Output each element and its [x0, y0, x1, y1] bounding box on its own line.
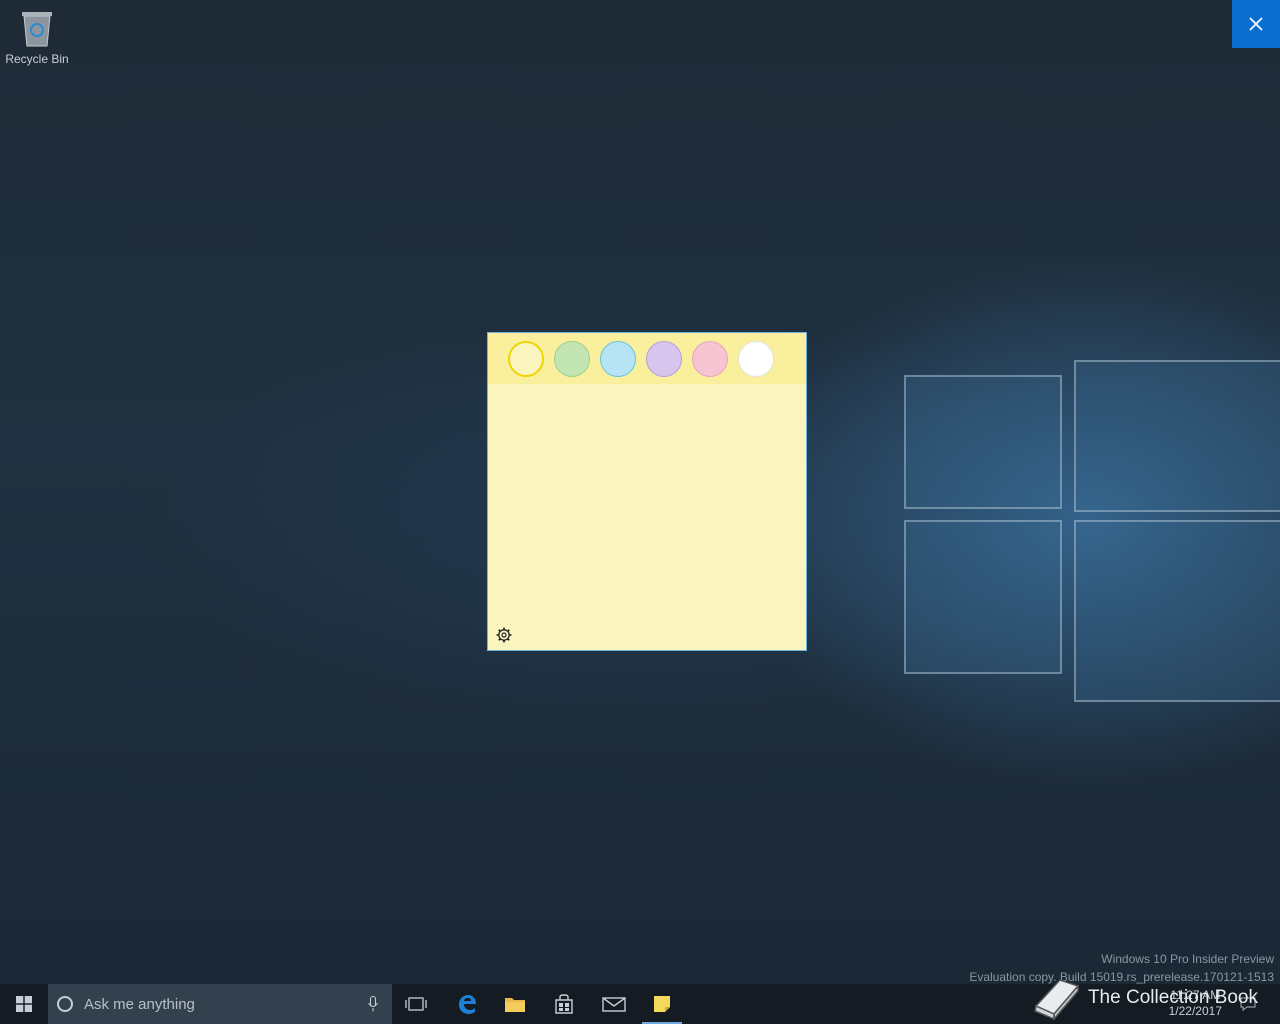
close-icon	[1249, 17, 1263, 31]
color-swatch-green[interactable]	[554, 340, 590, 377]
color-picker-bar	[488, 333, 806, 384]
cortana-search-box[interactable]: Ask me anything	[48, 984, 392, 1024]
color-swatch-purple[interactable]	[646, 340, 682, 377]
start-button[interactable]	[0, 984, 48, 1024]
color-swatch-yellow[interactable]	[508, 340, 544, 377]
mail-button[interactable]	[590, 984, 638, 1024]
edge-button[interactable]	[443, 984, 491, 1024]
search-placeholder: Ask me anything	[84, 995, 195, 1013]
task-view-icon	[405, 997, 427, 1011]
recycle-bin[interactable]: Recycle Bin	[4, 6, 70, 66]
brand-text: The Collection Book	[1087, 987, 1258, 1008]
watermark-line-1: Windows 10 Pro Insider Preview	[1101, 952, 1274, 966]
file-explorer-icon	[505, 998, 525, 1012]
store-icon	[555, 994, 573, 1014]
sticky-note[interactable]	[487, 332, 807, 651]
microphone-icon[interactable]	[368, 996, 378, 1012]
windows-start-icon	[16, 996, 32, 1012]
edge-icon	[459, 995, 476, 1014]
task-view-button[interactable]	[392, 984, 440, 1024]
brand-watermark: The Collection Book	[1030, 976, 1258, 1020]
color-swatch-white[interactable]	[738, 340, 774, 377]
color-swatch-pink[interactable]	[692, 340, 728, 377]
recycle-bin-label: Recycle Bin	[5, 52, 69, 66]
settings-gear-icon[interactable]	[495, 626, 513, 644]
windows-logo-wallpaper	[890, 330, 1280, 710]
file-explorer-button[interactable]	[491, 984, 539, 1024]
close-button[interactable]	[1232, 0, 1280, 48]
sticky-notes-icon	[654, 996, 670, 1012]
mail-icon	[602, 997, 626, 1012]
store-button[interactable]	[540, 984, 588, 1024]
book-logo-icon	[1034, 979, 1080, 1020]
sticky-notes-button[interactable]	[638, 984, 686, 1024]
cortana-icon	[57, 996, 73, 1012]
recycle-bin-icon	[20, 8, 54, 48]
color-swatch-blue[interactable]	[600, 340, 636, 377]
